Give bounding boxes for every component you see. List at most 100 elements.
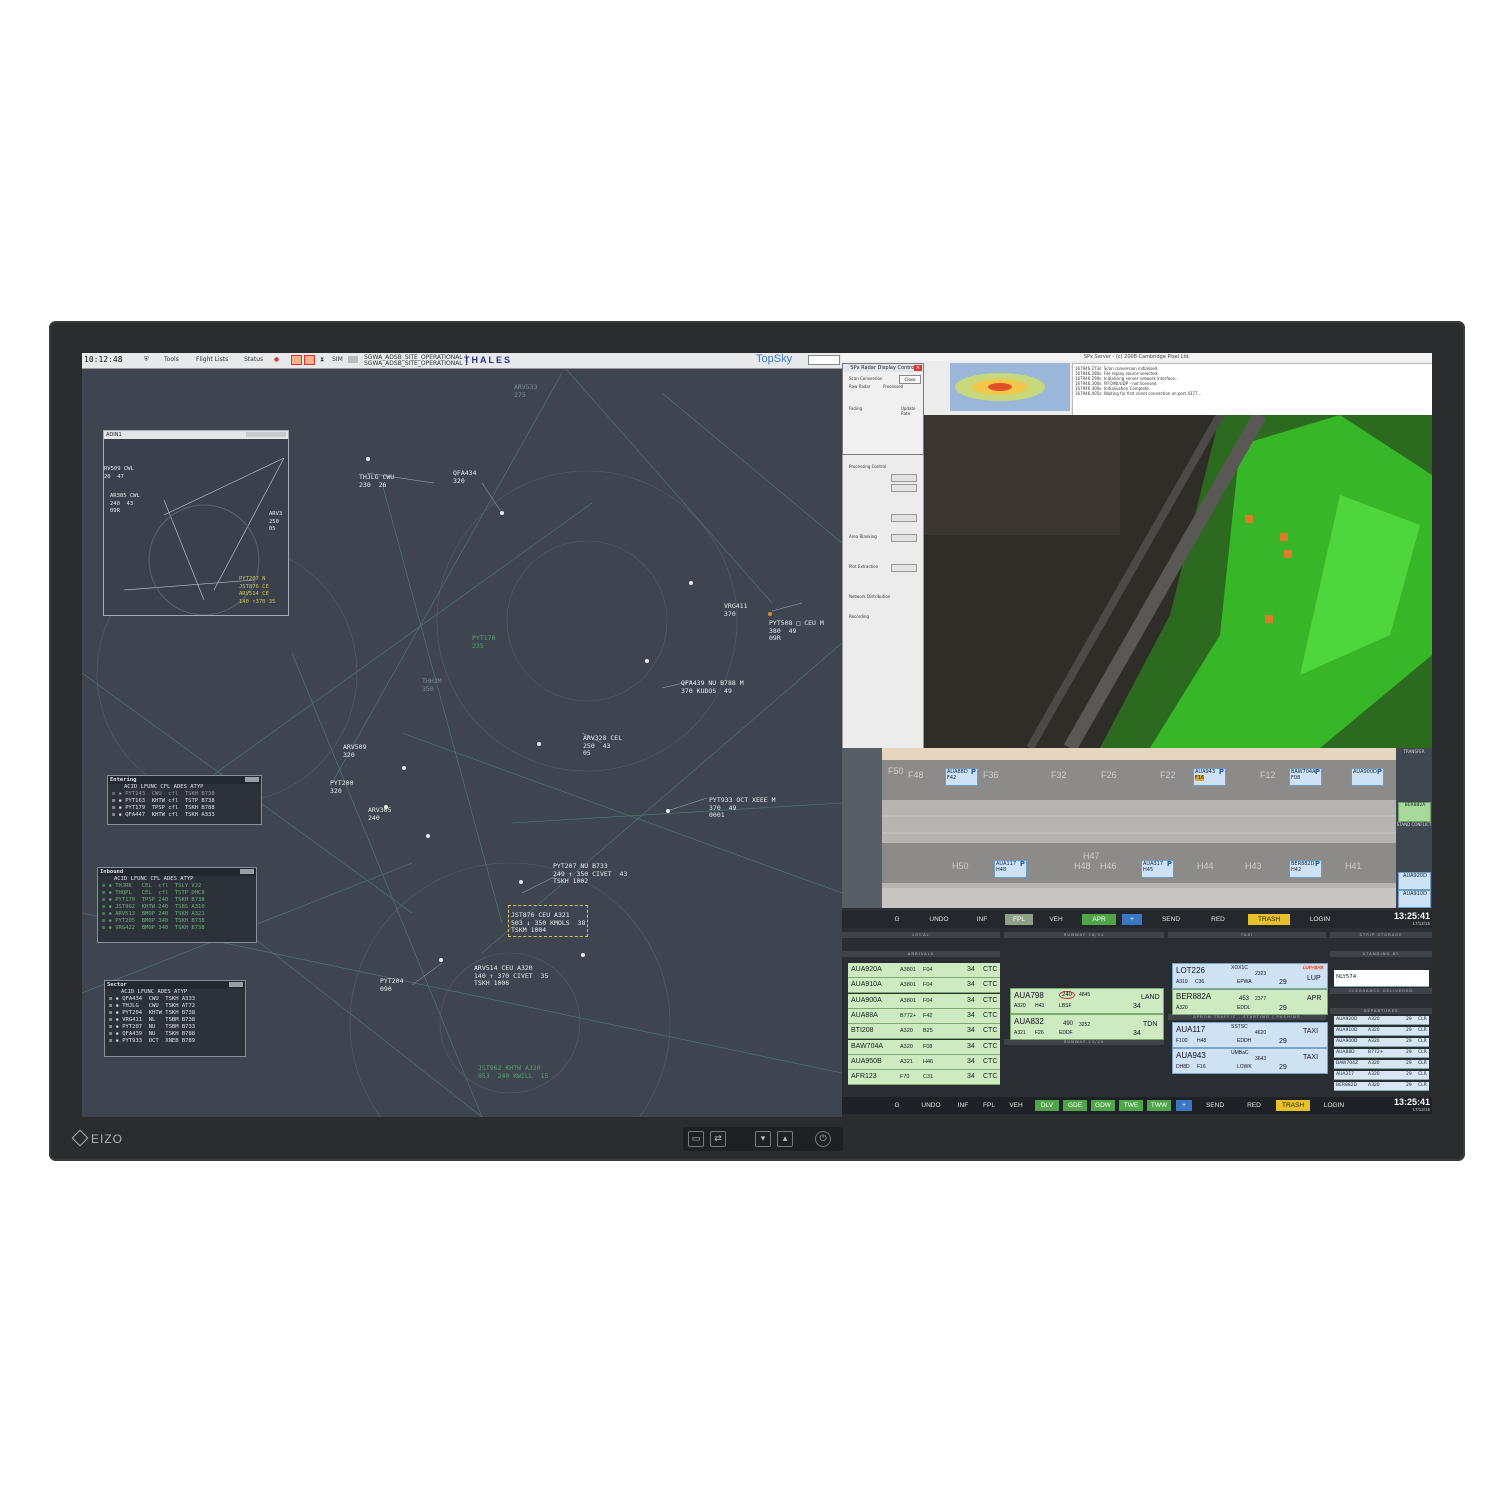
track-label-thhjm[interactable]: THHJM 350: [422, 677, 442, 693]
arrival-status[interactable]: CTC: [983, 966, 997, 973]
entering-row[interactable]: ≡ ▪ QFA447 KHTW cfl TSKH A333: [108, 812, 261, 819]
track-label-pyt170[interactable]: PYT170 235: [472, 634, 495, 650]
departure-strip[interactable]: BAW704Z A320 29 CLR: [1334, 1060, 1429, 1069]
departure-status[interactable]: CLR: [1418, 1050, 1427, 1055]
raw-radar-checkbox[interactable]: Raw Radar: [849, 384, 870, 389]
tb-fpl[interactable]: FPL: [979, 1100, 999, 1111]
entering-row[interactable]: ≡ ▪ PYT143 CWU cfl TSKH B738: [108, 791, 261, 798]
apron-strip[interactable]: AUA117 SSTSC 4620 F100 H48 EDDH 29 TAXI: [1172, 1022, 1328, 1048]
tb-red[interactable]: RED: [1242, 1100, 1266, 1111]
track-symbol-alert[interactable]: [768, 612, 772, 616]
inbound-row[interactable]: ≡ ▪ PYT205 BMOP 340 TSKH B738: [98, 918, 256, 925]
track-symbol[interactable]: [402, 766, 406, 770]
apron-strip[interactable]: AUA943 UMBaC 3643 DH8D F16 LOWK 29 TAXI: [1172, 1048, 1328, 1074]
tb-undo[interactable]: UNDO: [916, 1100, 946, 1111]
arrival-strip[interactable]: AUA920A A3801 F04 34 CTC: [848, 963, 1000, 978]
inbound-row[interactable]: ≡ ▪ JST962 KHTW 240 TSBS A310: [98, 904, 256, 911]
apron-aircraft-chip[interactable]: AUA943 F16 P: [1193, 768, 1226, 786]
setup-button[interactable]: [891, 474, 917, 482]
departure-strip[interactable]: AUA900D A320 29 CLR: [1334, 1038, 1429, 1047]
tb-veh[interactable]: VEH: [1043, 914, 1069, 925]
strip-action[interactable]: LAND: [1141, 994, 1160, 1001]
inbound-row[interactable]: ≡ ▪ VRG422 BMOP 340 TSKH B738: [98, 925, 256, 932]
track-label-vrg411[interactable]: VRG411 370: [724, 602, 747, 618]
tb-fpl[interactable]: FPL: [1005, 914, 1033, 925]
track-label-arv514[interactable]: ARV514 CEU A320 140 ↑ 370 CIVET 35 TSKH …: [474, 964, 548, 988]
configure-button[interactable]: [891, 514, 917, 522]
sector-row[interactable]: ≡ ▪ PYT933 OCT XNEB B789: [105, 1038, 245, 1045]
entering-window-controls[interactable]: [245, 777, 259, 782]
tb-red[interactable]: RED: [1206, 914, 1230, 925]
runway-strip[interactable]: AUA798 240 4845 A320 H43 LBSF 34 LAND: [1010, 988, 1164, 1014]
arrival-strip[interactable]: AUA900A A3801 F04 34 CTC: [848, 993, 1000, 1009]
arrival-status[interactable]: CTC: [983, 1073, 997, 1080]
sector-row[interactable]: ≡ ▪ VRG411 NL TSBM B738: [105, 1017, 245, 1024]
track-label-jst962[interactable]: JST962 KHTW A320 053 240 KWILL 15: [478, 1064, 548, 1080]
track-symbol[interactable]: [666, 809, 670, 813]
arrival-status[interactable]: CTC: [983, 1058, 997, 1065]
tb-g[interactable]: G: [890, 1100, 904, 1111]
track-label-jst876[interactable]: JST876 CEU A321 503 ↓ 350 KMOLS 38 TSKM …: [508, 905, 589, 937]
user-icon[interactable]: ●: [274, 356, 279, 363]
close-icon[interactable]: ×: [914, 365, 922, 371]
plot-extraction-option[interactable]: Plot Extraction: [849, 564, 878, 569]
arrival-status[interactable]: CTC: [983, 1043, 997, 1050]
tb-plus[interactable]: +: [1122, 914, 1142, 925]
sector-row[interactable]: ≡ ▪ QFA434 CWU TSKH A333: [105, 996, 245, 1003]
track-label-arv328[interactable]: ARV328 CEL 250 43 05: [583, 734, 622, 758]
tb-undo[interactable]: UNDO: [924, 914, 954, 925]
track-label-arv305[interactable]: ARV305 240: [368, 806, 391, 822]
track-label-pyt200[interactable]: PYT200 320: [330, 779, 353, 795]
strip-action[interactable]: TDN: [1143, 1021, 1157, 1028]
power-button[interactable]: ⏻: [815, 1131, 831, 1147]
down-button[interactable]: ▾: [755, 1131, 771, 1147]
configure-button[interactable]: [891, 564, 917, 572]
arrival-status[interactable]: CTC: [983, 1012, 997, 1019]
track-label-pyt204[interactable]: PYT204 090: [380, 977, 403, 993]
entering-row[interactable]: ≡ ▪ PYT179 TPSP cfl TSKH B788: [108, 805, 261, 812]
tb-login[interactable]: LOGIN: [1302, 914, 1338, 925]
strip-action[interactable]: LUP: [1307, 975, 1321, 982]
track-symbol[interactable]: [519, 880, 523, 884]
warning-icon[interactable]: [304, 355, 315, 365]
inbound-row[interactable]: ≡ ▪ THQPL CEL cfl TSTP DHC8: [98, 890, 256, 897]
inbound-row[interactable]: ≡ ▪ PYT170 TPSP 240 TSKH B738: [98, 897, 256, 904]
track-label-thjlg[interactable]: THJLG CWU 230 26: [359, 473, 394, 489]
up-button[interactable]: ▴: [777, 1131, 793, 1147]
sector-row[interactable]: ≡ ▪ QFA439 NU TSKH B788: [105, 1031, 245, 1038]
sector-row[interactable]: ≡ ▪ PYT207 NU TSBM B733: [105, 1024, 245, 1031]
adin-label-arv[interactable]: ARV3 250 05: [269, 511, 282, 534]
departure-strip[interactable]: AUA910D A320 29 CLR: [1334, 1027, 1429, 1036]
input-button[interactable]: ▭: [688, 1131, 704, 1147]
signal-button[interactable]: ⇄: [710, 1131, 726, 1147]
apron-aircraft-chip[interactable]: AUA317 H45 P: [1141, 860, 1174, 878]
strip-action[interactable]: APR: [1307, 995, 1321, 1002]
adin-label-ar305[interactable]: AR305 CWL 240 43 09R: [110, 493, 140, 516]
arrival-status[interactable]: CTC: [983, 981, 997, 988]
track-symbol[interactable]: [537, 742, 541, 746]
adin-label-pyt207[interactable]: PYT207 N JST876 CE ARV514 CE 140 ↑370 35: [239, 576, 275, 606]
transfer-chip[interactable]: BER882A: [1398, 802, 1431, 822]
inbound-row[interactable]: ≡ ▪ ARV513 BMOP 240 TSKH A321: [98, 911, 256, 918]
tb-gde[interactable]: GDE: [1063, 1100, 1087, 1111]
departure-strip[interactable]: AUA920D A320 29 CLR: [1334, 1016, 1429, 1025]
inbound-window-controls[interactable]: [240, 869, 254, 874]
apron-aircraft-chip[interactable]: AUA117 H48 P: [994, 860, 1027, 878]
departure-strip[interactable]: AUA88D B772+ 29 CLR: [1334, 1049, 1429, 1058]
zoom-select[interactable]: [808, 355, 840, 365]
area-blanking-option[interactable]: Area Blanking: [849, 534, 877, 539]
arrival-strip[interactable]: AUA88A B772+ F42 34 CTC: [848, 1008, 1000, 1024]
departure-status[interactable]: CLR: [1418, 1072, 1427, 1077]
adin-window-controls[interactable]: [246, 432, 286, 437]
track-symbol[interactable]: [689, 581, 693, 585]
taxi-strip[interactable]: BER882A 2377 453 A320 EDDL 29 APR: [1172, 989, 1328, 1015]
tb-apr[interactable]: APR: [1082, 914, 1116, 925]
tb-send[interactable]: SEND: [1200, 1100, 1230, 1111]
tb-tww[interactable]: TWW: [1147, 1100, 1171, 1111]
tb-trash[interactable]: TRASH: [1276, 1100, 1310, 1111]
strip-action[interactable]: TAXI: [1303, 1028, 1318, 1035]
tb-dlv[interactable]: DLV: [1035, 1100, 1059, 1111]
sim-toggle[interactable]: [348, 356, 358, 363]
sector-row[interactable]: ≡ ▪ PYT204 KHTW TSKH B738: [105, 1010, 245, 1017]
inbound-row[interactable]: ≡ ▪ THJRK CEL cfl TSLY V22: [98, 883, 256, 890]
